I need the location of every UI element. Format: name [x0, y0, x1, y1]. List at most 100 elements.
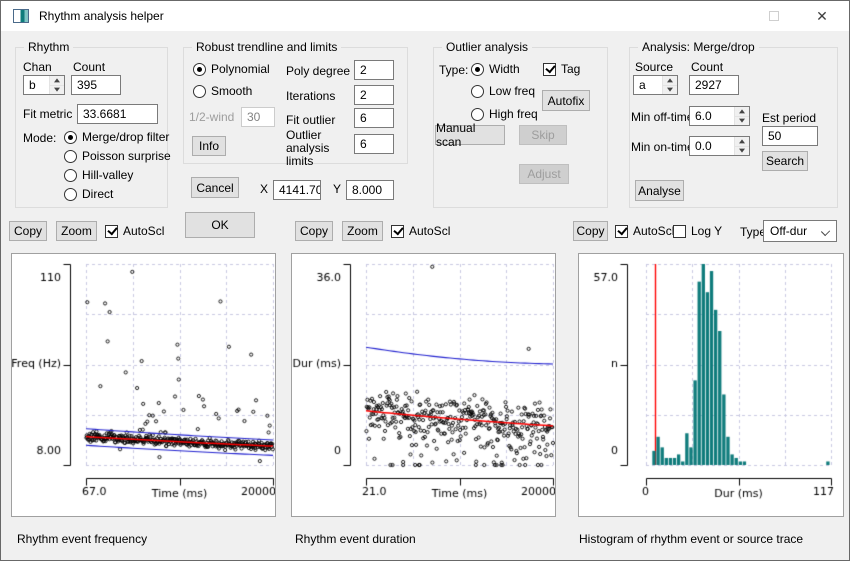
zoom-button-freq-chart[interactable]: Zoom [56, 221, 97, 241]
autoscl-checkbox-hist-chart[interactable]: AutoScl [615, 224, 674, 238]
source-down-icon[interactable] [663, 85, 677, 95]
min-on-spinner[interactable]: 0.0 [689, 136, 750, 156]
min-on-value: 0.0 [695, 139, 712, 153]
rhythm-count-label: Count [73, 60, 105, 74]
radio-poisson-surprise[interactable]: Poisson surprise [64, 149, 171, 163]
tag-checkbox[interactable]: Tag [543, 62, 580, 76]
source-up-icon[interactable] [663, 76, 677, 85]
info-button[interactable]: Info [192, 136, 226, 156]
maximize-icon [769, 11, 779, 21]
x-readout-label: X [260, 182, 268, 196]
min-off-value: 6.0 [695, 109, 712, 123]
freq-chart-panel [11, 253, 276, 517]
tag-check-icon [543, 63, 556, 76]
radio-width[interactable]: Width [471, 62, 520, 76]
app-icon [13, 9, 29, 23]
logy-check-icon [673, 225, 686, 238]
min-on-label: Min on-time [631, 140, 694, 154]
ok-button[interactable]: OK [185, 212, 255, 238]
mode-label: Mode: [23, 131, 56, 145]
search-button[interactable]: Search [762, 151, 808, 171]
autoscl-checkbox-freq-chart[interactable]: AutoScl [105, 224, 164, 238]
close-button[interactable]: ✕ [799, 1, 845, 31]
fit-metric-field[interactable]: 33.6681 [77, 104, 158, 124]
hist-type-value: Off-dur [770, 224, 807, 238]
cancel-button[interactable]: Cancel [191, 177, 239, 198]
autoscl-check-icon [391, 225, 404, 238]
min-off-down-icon[interactable] [735, 116, 749, 126]
chevron-down-icon [821, 227, 830, 236]
source-spinner[interactable]: a [633, 75, 678, 95]
maximize-button[interactable] [751, 1, 797, 31]
poly-degree-label: Poly degree [286, 64, 350, 78]
dur-chart-canvas[interactable] [292, 254, 555, 516]
manual-scan-button[interactable]: Manual scan [435, 125, 505, 145]
autoscl-check-icon [615, 225, 628, 238]
min-off-up-icon[interactable] [735, 107, 749, 116]
chan-spinner[interactable]: b [23, 75, 65, 95]
est-period-field[interactable]: 50 [762, 126, 818, 146]
chan-label: Chan [23, 60, 52, 74]
outlier-limits-field[interactable]: 6 [354, 134, 394, 154]
dur-chart-panel [291, 253, 556, 517]
fit-outlier-field[interactable]: 6 [354, 108, 394, 128]
copy-button-dur-chart[interactable]: Copy [295, 221, 333, 241]
radio-polynomial[interactable]: Polynomial [193, 62, 270, 76]
dialog-window: Rhythm analysis helper ✕ Rhythm Chan Cou… [0, 0, 850, 561]
radio-low-freq[interactable]: Low freq [471, 84, 535, 98]
zoom-button-dur-chart[interactable]: Zoom [342, 221, 383, 241]
title-bar: Rhythm analysis helper ✕ [1, 1, 849, 31]
dur-chart-caption: Rhythm event duration [295, 532, 416, 546]
hist-chart-caption: Histogram of rhythm event or source trac… [579, 532, 803, 546]
autoscl-check-icon [105, 225, 118, 238]
chan-value: b [29, 78, 36, 92]
fit-metric-label: Fit metric [23, 107, 72, 121]
copy-button-hist-chart[interactable]: Copy [573, 221, 608, 241]
copy-button-freq-chart[interactable]: Copy [9, 221, 47, 241]
trendline-group-label: Robust trendline and limits [192, 40, 341, 54]
min-off-spinner[interactable]: 6.0 [689, 106, 750, 126]
radio-smooth[interactable]: Smooth [193, 84, 252, 98]
iterations-field[interactable]: 2 [354, 85, 394, 105]
skip-button: Skip [519, 125, 567, 145]
rhythm-count-field[interactable]: 395 [71, 75, 121, 95]
min-off-label: Min off-time [631, 110, 693, 124]
fit-outlier-label: Fit outlier [286, 113, 335, 127]
outlier-limits-label: Outlier analysis limits [286, 129, 352, 168]
hist-chart-panel [578, 253, 844, 517]
min-on-up-icon[interactable] [735, 137, 749, 146]
hist-chart-canvas[interactable] [579, 254, 843, 516]
adjust-button: Adjust [519, 164, 569, 184]
min-on-down-icon[interactable] [735, 146, 749, 156]
chan-up-icon[interactable] [50, 76, 64, 85]
autofix-button[interactable]: Autofix [542, 90, 590, 111]
half-wind-field: 30 [241, 107, 275, 127]
radio-direct[interactable]: Direct [64, 187, 113, 201]
freq-chart-caption: Rhythm event frequency [17, 532, 147, 546]
source-label: Source [635, 60, 673, 74]
iterations-label: Iterations [286, 89, 335, 103]
autoscl-checkbox-dur-chart[interactable]: AutoScl [391, 224, 450, 238]
poly-degree-field[interactable]: 2 [354, 60, 394, 80]
half-wind-label: 1/2-wind [189, 110, 234, 124]
outlier-type-label: Type: [439, 63, 468, 77]
hist-type-select[interactable]: Off-dur [763, 220, 837, 242]
y-readout-field: 8.000 [346, 180, 394, 200]
logy-checkbox-hist-chart[interactable]: Log Y [673, 224, 722, 238]
source-value: a [639, 78, 646, 92]
analysis-count-field[interactable]: 2927 [689, 75, 739, 95]
window-title: Rhythm analysis helper [39, 9, 164, 23]
close-icon: ✕ [816, 9, 828, 23]
chan-down-icon[interactable] [50, 85, 64, 95]
outlier-group-label: Outlier analysis [442, 40, 532, 54]
est-period-label: Est period [762, 111, 816, 125]
analysis-group-label: Analysis: Merge/drop [638, 40, 759, 54]
radio-merge-drop-filter[interactable]: Merge/drop filter [64, 130, 169, 144]
y-readout-label: Y [333, 182, 341, 196]
x-readout-field: 4141.70 [273, 180, 321, 200]
analyse-button[interactable]: Analyse [635, 180, 684, 201]
analysis-count-label: Count [691, 60, 723, 74]
radio-hill-valley[interactable]: Hill-valley [64, 168, 133, 182]
radio-high-freq[interactable]: High freq [471, 107, 538, 121]
freq-chart-canvas[interactable] [12, 254, 275, 516]
